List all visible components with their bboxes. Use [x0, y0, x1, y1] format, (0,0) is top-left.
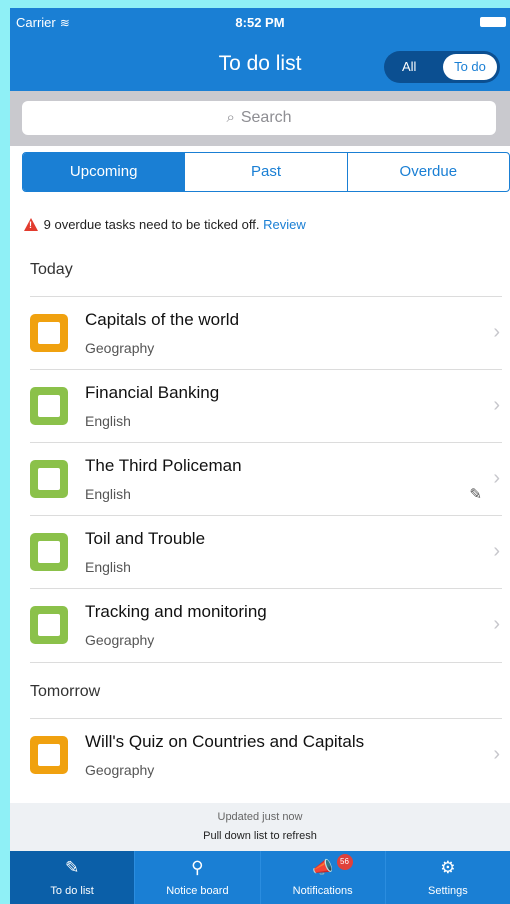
toggle-all[interactable]: All	[402, 59, 416, 74]
chevron-right-icon: ›	[493, 467, 500, 489]
item-subject: English	[85, 559, 131, 575]
chevron-right-icon: ›	[493, 321, 500, 343]
overdue-warning: ! 9 overdue tasks need to be ticked off.…	[24, 216, 306, 232]
toggle-todo[interactable]: To do	[443, 54, 497, 80]
item-title: Tracking and monitoring	[85, 602, 267, 621]
review-link[interactable]: Review	[263, 217, 306, 232]
section-tomorrow: Tomorrow	[30, 683, 101, 700]
item-title: The Third Policeman	[85, 456, 242, 475]
checkbox[interactable]	[30, 606, 68, 644]
item-subject: English	[85, 413, 131, 429]
gear-icon: ⚙	[440, 858, 456, 877]
tab-notifications[interactable]: 📣 56 Notifications	[259, 851, 385, 904]
tab-label: Settings	[428, 885, 468, 897]
search-icon: ⌕	[226, 109, 235, 126]
status-time: 8:52 PM	[235, 15, 285, 30]
item-subject: Geography	[85, 340, 155, 356]
app-screen: Carrier ≋ 8:52 PM To do list All To do ⌕ S…	[10, 8, 510, 904]
search-bar: ⌕ Search	[10, 91, 510, 146]
chevron-right-icon: ›	[493, 540, 500, 562]
warning-icon: !	[24, 218, 38, 231]
checkbox[interactable]	[30, 736, 68, 774]
notification-badge: 56	[336, 854, 353, 870]
checkbox[interactable]	[30, 387, 68, 425]
section-today: Today	[30, 261, 73, 278]
tab-label: Notifications	[292, 885, 353, 897]
edit-icon: ✎	[65, 858, 80, 877]
refresh-footer: Updated just now Pull down list to refre…	[10, 803, 510, 851]
item-title: Toil and Trouble	[85, 529, 206, 548]
checkbox[interactable]	[30, 533, 68, 571]
tab-past[interactable]: Past	[184, 153, 346, 191]
list-item[interactable]: Toil and Trouble English ›	[10, 516, 510, 588]
chevron-right-icon: ›	[493, 743, 500, 765]
tab-overdue[interactable]: Overdue	[346, 153, 509, 191]
item-title: Financial Banking	[85, 383, 220, 402]
paperclip-icon: ✎	[469, 486, 482, 503]
megaphone-icon: 📣	[312, 858, 334, 877]
item-subject: Geography	[85, 632, 155, 648]
list-item[interactable]: Capitals of the world Geography ›	[10, 297, 510, 369]
search-placeholder: Search	[240, 109, 292, 126]
header: Carrier ≋ 8:52 PM To do list All To do	[10, 8, 510, 91]
tab-todo-list[interactable]: ✎ To do list	[10, 851, 135, 904]
chevron-right-icon: ›	[493, 613, 500, 635]
search-input[interactable]: ⌕ Search	[22, 101, 496, 135]
list-item[interactable]: Will's Quiz on Countries and Capitals Ge…	[10, 719, 510, 791]
item-title: Will's Quiz on Countries and Capitals	[85, 732, 365, 751]
item-subject: English	[85, 486, 131, 502]
status-bar: Carrier ≋ 8:52 PM	[10, 8, 510, 36]
chevron-right-icon: ›	[493, 394, 500, 416]
list-item[interactable]: Tracking and monitoring Geography ›	[10, 589, 510, 661]
battery-icon	[480, 17, 506, 27]
tab-settings[interactable]: ⚙ Settings	[384, 851, 510, 904]
item-title: Capitals of the world	[85, 310, 240, 329]
pin-icon: ⚲	[191, 858, 204, 877]
bottom-tab-bar: ✎ To do list ⚲ Notice board 📣 56 Notific…	[10, 851, 510, 904]
tab-label: Notice board	[166, 885, 229, 897]
tab-label: To do list	[50, 885, 94, 897]
segment-tabs: Upcoming Past Overdue	[22, 152, 510, 192]
tab-notice-board[interactable]: ⚲ Notice board	[134, 851, 259, 904]
checkbox[interactable]	[30, 460, 68, 498]
updated-text: Updated just now	[217, 811, 303, 823]
pull-hint: Pull down list to refresh	[203, 830, 317, 842]
list-item[interactable]: Financial Banking English ›	[10, 370, 510, 442]
list-item[interactable]: The Third Policeman English ✎ ›	[10, 443, 510, 515]
item-subject: Geography	[85, 762, 155, 778]
view-toggle[interactable]: All To do	[384, 51, 500, 83]
checkbox[interactable]	[30, 314, 68, 352]
tab-upcoming[interactable]: Upcoming	[23, 153, 185, 191]
divider	[30, 662, 502, 663]
warning-text: 9 overdue tasks need to be ticked off.	[43, 217, 260, 232]
